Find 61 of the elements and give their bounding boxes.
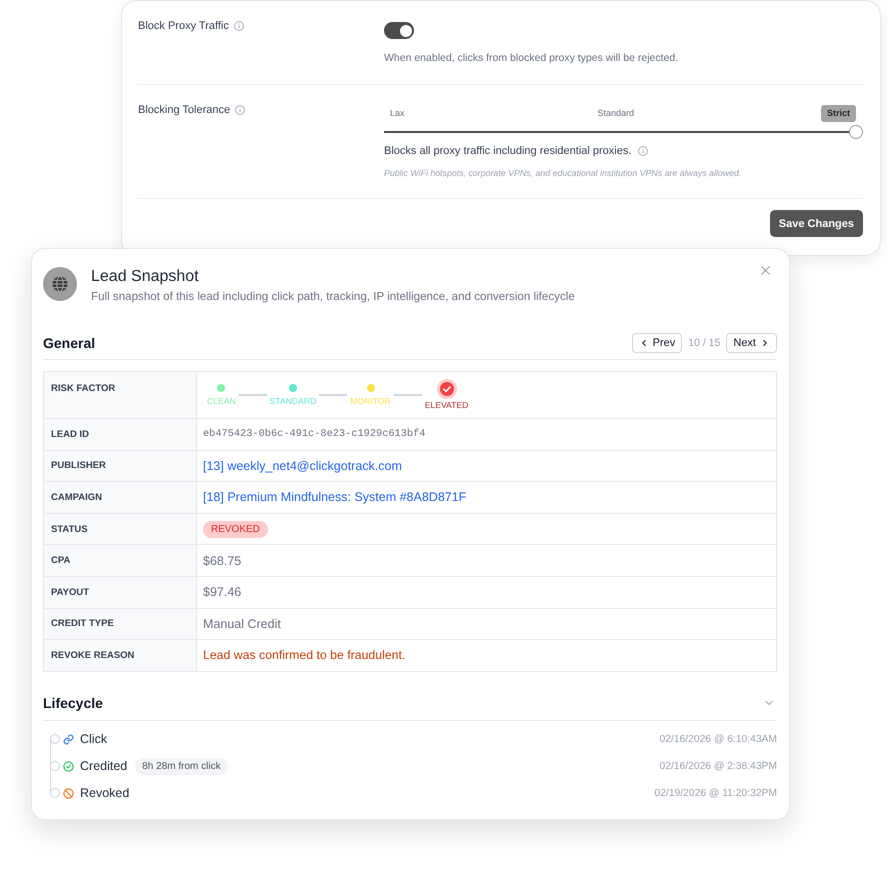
close-button[interactable] [759, 264, 772, 277]
step-connector [238, 394, 267, 396]
value-link[interactable]: [18] Premium Mindfulness: System #8A8D871F [203, 490, 466, 504]
step-label: MONITOR [350, 396, 391, 406]
tolerance-option[interactable]: Lax [384, 105, 411, 122]
toggle-switch[interactable] [384, 22, 414, 39]
ring-icon [50, 788, 60, 798]
section-heading: General [43, 334, 96, 353]
row-header: LEAD ID [44, 419, 197, 450]
step-connector [319, 394, 348, 396]
field-value: $68.75 [203, 554, 242, 568]
field-value: Manual Credit [203, 616, 281, 631]
event-timestamp: 02/16/2026 @ 6:10:43AM [659, 734, 777, 745]
check-circle-icon [63, 760, 74, 772]
event-label: Revoked [80, 786, 130, 800]
ban-icon [63, 788, 74, 799]
tolerance-option[interactable]: Standard [591, 105, 640, 122]
row-header: CPA [44, 545, 197, 576]
setting-label: Blocking Tolerance [138, 103, 230, 117]
setting-label: Block Proxy Traffic [138, 19, 229, 33]
warning-text: Lead was confirmed to be fraudulent. [203, 648, 406, 662]
status-badge: REVOKED [203, 520, 268, 538]
row-header: CAMPAIGN [44, 482, 197, 513]
close-icon [759, 264, 772, 277]
setting-description: When enabled, clicks from blocked proxy types will be rejected. [384, 52, 678, 64]
event-label: Credited [80, 759, 128, 774]
dialog-subtitle: Full snapshot of this lead including click path, tracking, IP intelligence, and conversion lifecycle [91, 289, 576, 305]
field-value: eb475423-0b6c-491c-8e23-c1929c613bf4 [203, 428, 426, 440]
info-icon [234, 21, 244, 31]
field-value: $97.46 [203, 585, 242, 600]
info-icon [638, 146, 648, 156]
row-header: CREDIT TYPE [44, 608, 197, 640]
value-link[interactable]: [13] weekly_net4@clickgotrack.com [203, 458, 402, 473]
step-label: ELEVATED [424, 400, 468, 411]
next-button[interactable]: Next [726, 333, 777, 353]
ring-icon [50, 761, 60, 772]
step-label: STANDARD [270, 396, 316, 406]
section-heading: Lifecycle [43, 694, 103, 713]
slider-thumb[interactable] [849, 125, 863, 139]
save-button[interactable]: Save Changes [770, 210, 863, 237]
step-label: CLEAN [207, 396, 236, 406]
dialog-title: Lead Snapshot [91, 267, 200, 287]
duration-badge: 8h 28m from click [135, 758, 228, 775]
row-header: STATUS [44, 514, 197, 544]
globe-icon [43, 267, 77, 301]
row-header: REVOKE REASON [44, 640, 197, 671]
step-connector [394, 394, 422, 396]
prev-button[interactable]: Prev [632, 333, 682, 353]
setting-note: Public WiFi hotspots, corporate VPNs, and educational institution VPNs are always allowed. [384, 167, 742, 179]
ring-icon [50, 734, 60, 744]
event-timestamp: 02/16/2026 @ 2:38:43PM [659, 760, 777, 772]
event-label: Click [80, 732, 108, 746]
info-icon [235, 105, 246, 115]
event-timestamp: 02/19/2026 @ 11:20:32PM [654, 788, 777, 799]
row-header: PUBLISHER [44, 450, 197, 482]
tolerance-option[interactable]: Strict [820, 105, 856, 122]
row-header: PAYOUT [44, 576, 197, 608]
page-counter: 10 / 15 [688, 337, 720, 349]
setting-description: Blocks all proxy traffic including residential proxies. [384, 144, 632, 158]
row-header: RISK FACTOR [44, 372, 197, 418]
link-icon [63, 734, 74, 745]
